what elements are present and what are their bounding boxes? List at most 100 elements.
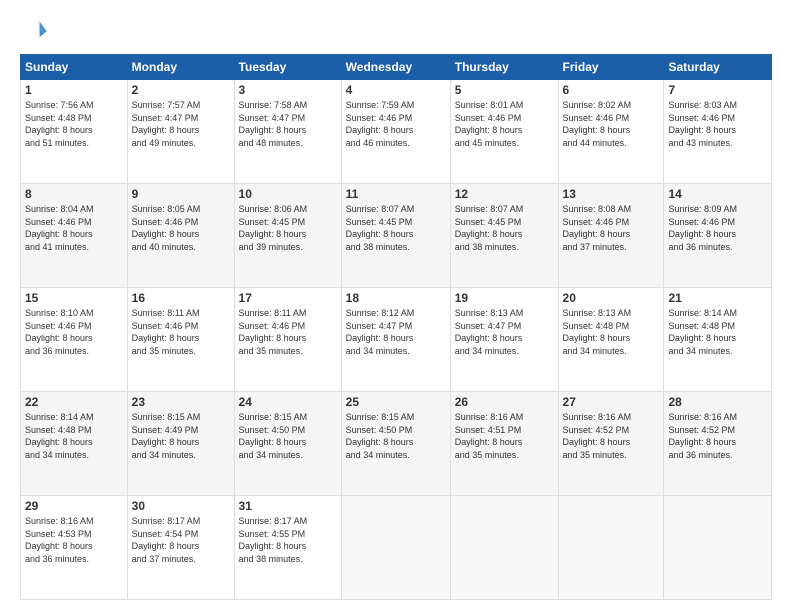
daylight-minutes: and 34 minutes.: [563, 345, 660, 358]
sunrise-line: Sunrise: 7:59 AM: [346, 99, 446, 112]
daylight-minutes: and 51 minutes.: [25, 137, 123, 150]
sunset-line: Sunset: 4:51 PM: [455, 424, 554, 437]
daylight-line: Daylight: 8 hours: [346, 124, 446, 137]
calendar-cell: 6 Sunrise: 8:02 AM Sunset: 4:46 PM Dayli…: [558, 80, 664, 184]
calendar-week-5: 29 Sunrise: 8:16 AM Sunset: 4:53 PM Dayl…: [21, 496, 772, 600]
calendar-cell: 20 Sunrise: 8:13 AM Sunset: 4:48 PM Dayl…: [558, 288, 664, 392]
sunset-line: Sunset: 4:46 PM: [346, 112, 446, 125]
day-number: 25: [346, 395, 446, 409]
sunrise-line: Sunrise: 8:04 AM: [25, 203, 123, 216]
calendar-cell: 25 Sunrise: 8:15 AM Sunset: 4:50 PM Dayl…: [341, 392, 450, 496]
sunset-line: Sunset: 4:48 PM: [25, 424, 123, 437]
sunrise-line: Sunrise: 8:16 AM: [563, 411, 660, 424]
daylight-minutes: and 34 minutes.: [25, 449, 123, 462]
daylight-line: Daylight: 8 hours: [25, 540, 123, 553]
calendar-cell: 1 Sunrise: 7:56 AM Sunset: 4:48 PM Dayli…: [21, 80, 128, 184]
day-number: 29: [25, 499, 123, 513]
daylight-line: Daylight: 8 hours: [455, 124, 554, 137]
sunset-line: Sunset: 4:52 PM: [563, 424, 660, 437]
day-number: 12: [455, 187, 554, 201]
day-number: 4: [346, 83, 446, 97]
daylight-minutes: and 37 minutes.: [563, 241, 660, 254]
daylight-minutes: and 38 minutes.: [346, 241, 446, 254]
sunrise-line: Sunrise: 8:10 AM: [25, 307, 123, 320]
daylight-line: Daylight: 8 hours: [132, 124, 230, 137]
header-sunday: Sunday: [21, 55, 128, 80]
day-number: 31: [239, 499, 337, 513]
header-wednesday: Wednesday: [341, 55, 450, 80]
daylight-minutes: and 48 minutes.: [239, 137, 337, 150]
header-tuesday: Tuesday: [234, 55, 341, 80]
sunset-line: Sunset: 4:52 PM: [668, 424, 767, 437]
sunrise-line: Sunrise: 8:13 AM: [455, 307, 554, 320]
calendar-cell: 12 Sunrise: 8:07 AM Sunset: 4:45 PM Dayl…: [450, 184, 558, 288]
sunset-line: Sunset: 4:47 PM: [455, 320, 554, 333]
day-number: 16: [132, 291, 230, 305]
day-number: 6: [563, 83, 660, 97]
sunset-line: Sunset: 4:45 PM: [239, 216, 337, 229]
daylight-line: Daylight: 8 hours: [239, 228, 337, 241]
sunset-line: Sunset: 4:47 PM: [239, 112, 337, 125]
sunset-line: Sunset: 4:46 PM: [668, 216, 767, 229]
calendar-cell: 9 Sunrise: 8:05 AM Sunset: 4:46 PM Dayli…: [127, 184, 234, 288]
calendar-cell: 22 Sunrise: 8:14 AM Sunset: 4:48 PM Dayl…: [21, 392, 128, 496]
sunset-line: Sunset: 4:46 PM: [25, 320, 123, 333]
calendar-cell: 23 Sunrise: 8:15 AM Sunset: 4:49 PM Dayl…: [127, 392, 234, 496]
sunset-line: Sunset: 4:48 PM: [668, 320, 767, 333]
calendar-cell: 19 Sunrise: 8:13 AM Sunset: 4:47 PM Dayl…: [450, 288, 558, 392]
daylight-minutes: and 36 minutes.: [668, 241, 767, 254]
day-number: 23: [132, 395, 230, 409]
calendar-cell: 5 Sunrise: 8:01 AM Sunset: 4:46 PM Dayli…: [450, 80, 558, 184]
calendar-cell: 15 Sunrise: 8:10 AM Sunset: 4:46 PM Dayl…: [21, 288, 128, 392]
day-number: 11: [346, 187, 446, 201]
sunset-line: Sunset: 4:46 PM: [132, 216, 230, 229]
daylight-minutes: and 34 minutes.: [239, 449, 337, 462]
sunrise-line: Sunrise: 8:16 AM: [668, 411, 767, 424]
calendar-cell: 29 Sunrise: 8:16 AM Sunset: 4:53 PM Dayl…: [21, 496, 128, 600]
calendar-cell: 11 Sunrise: 8:07 AM Sunset: 4:45 PM Dayl…: [341, 184, 450, 288]
daylight-minutes: and 44 minutes.: [563, 137, 660, 150]
daylight-line: Daylight: 8 hours: [668, 436, 767, 449]
sunrise-line: Sunrise: 8:11 AM: [239, 307, 337, 320]
sunrise-line: Sunrise: 8:17 AM: [132, 515, 230, 528]
daylight-line: Daylight: 8 hours: [455, 332, 554, 345]
calendar-body: 1 Sunrise: 7:56 AM Sunset: 4:48 PM Dayli…: [21, 80, 772, 600]
header: [20, 16, 772, 44]
daylight-line: Daylight: 8 hours: [132, 436, 230, 449]
sunrise-line: Sunrise: 8:08 AM: [563, 203, 660, 216]
weekday-header-row: Sunday Monday Tuesday Wednesday Thursday…: [21, 55, 772, 80]
daylight-minutes: and 35 minutes.: [132, 345, 230, 358]
day-number: 17: [239, 291, 337, 305]
sunrise-line: Sunrise: 8:15 AM: [346, 411, 446, 424]
sunset-line: Sunset: 4:50 PM: [346, 424, 446, 437]
sunrise-line: Sunrise: 8:05 AM: [132, 203, 230, 216]
calendar-week-1: 1 Sunrise: 7:56 AM Sunset: 4:48 PM Dayli…: [21, 80, 772, 184]
calendar-cell: 3 Sunrise: 7:58 AM Sunset: 4:47 PM Dayli…: [234, 80, 341, 184]
daylight-line: Daylight: 8 hours: [346, 228, 446, 241]
calendar-week-3: 15 Sunrise: 8:10 AM Sunset: 4:46 PM Dayl…: [21, 288, 772, 392]
header-thursday: Thursday: [450, 55, 558, 80]
day-number: 7: [668, 83, 767, 97]
sunrise-line: Sunrise: 8:07 AM: [455, 203, 554, 216]
day-number: 8: [25, 187, 123, 201]
day-number: 28: [668, 395, 767, 409]
sunrise-line: Sunrise: 8:15 AM: [239, 411, 337, 424]
day-number: 20: [563, 291, 660, 305]
day-number: 26: [455, 395, 554, 409]
calendar-cell: 4 Sunrise: 7:59 AM Sunset: 4:46 PM Dayli…: [341, 80, 450, 184]
sunrise-line: Sunrise: 8:17 AM: [239, 515, 337, 528]
daylight-line: Daylight: 8 hours: [25, 124, 123, 137]
sunset-line: Sunset: 4:50 PM: [239, 424, 337, 437]
day-number: 2: [132, 83, 230, 97]
calendar-cell: 17 Sunrise: 8:11 AM Sunset: 4:46 PM Dayl…: [234, 288, 341, 392]
calendar-week-2: 8 Sunrise: 8:04 AM Sunset: 4:46 PM Dayli…: [21, 184, 772, 288]
day-number: 14: [668, 187, 767, 201]
calendar-cell: 2 Sunrise: 7:57 AM Sunset: 4:47 PM Dayli…: [127, 80, 234, 184]
daylight-minutes: and 49 minutes.: [132, 137, 230, 150]
daylight-line: Daylight: 8 hours: [132, 228, 230, 241]
sunrise-line: Sunrise: 8:14 AM: [25, 411, 123, 424]
sunset-line: Sunset: 4:49 PM: [132, 424, 230, 437]
sunset-line: Sunset: 4:54 PM: [132, 528, 230, 541]
sunset-line: Sunset: 4:45 PM: [455, 216, 554, 229]
daylight-minutes: and 35 minutes.: [239, 345, 337, 358]
